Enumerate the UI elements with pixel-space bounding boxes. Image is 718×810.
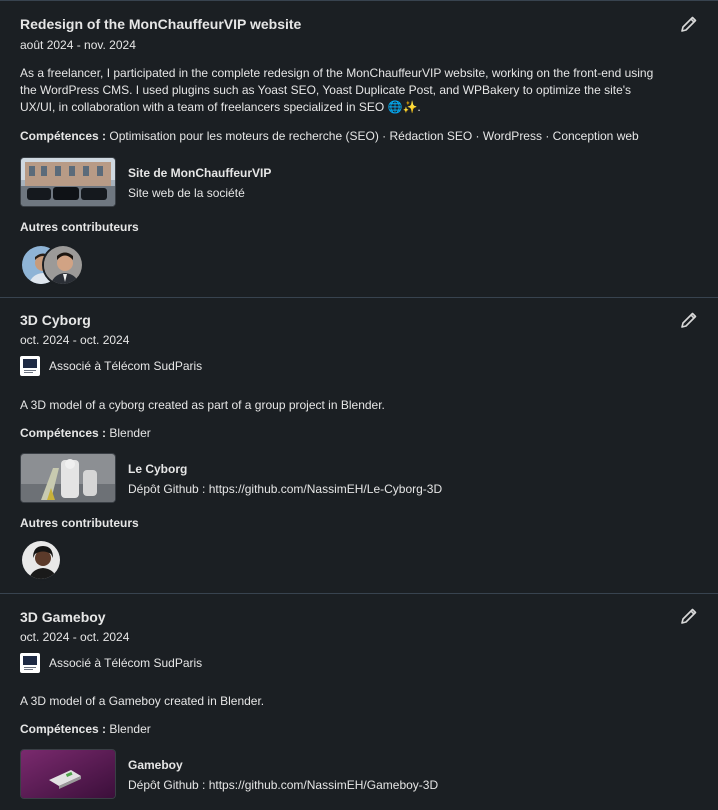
media-subtitle: Dépôt Github : https://github.com/Nassim… [128,482,443,496]
project-media-link[interactable]: Le Cyborg Dépôt Github : https://github.… [20,453,442,503]
project-description: A 3D model of a cyborg created as part o… [20,398,385,412]
edit-project-button[interactable] [678,605,700,627]
project-item: 3D Cyborg oct. 2024 - oct. 2024 Associé … [0,297,718,593]
project-media-link[interactable]: Site de MonChauffeurVIP Site web de la s… [20,157,271,207]
project-association[interactable]: Associé à Télécom SudParis [20,356,202,376]
project-association[interactable]: Associé à Télécom SudParis [20,653,202,673]
project-title: 3D Gameboy [20,609,106,625]
school-logo-icon [20,653,40,673]
media-subtitle: Site web de la société [128,186,245,200]
project-dates: oct. 2024 - oct. 2024 [20,333,130,347]
pencil-icon [681,16,697,32]
contributors-avatars [20,244,84,286]
skills-label: Compétences : [20,722,107,736]
skills-list: Blender [109,426,151,440]
contributors-label: Autres contributeurs [20,516,139,530]
project-title: Redesign of the MonChauffeurVIP website [20,16,302,32]
contributors-label: Autres contributeurs [20,220,139,234]
skills-list: Optimisation pour les moteurs de recherc… [109,129,639,143]
avatar[interactable] [20,539,62,581]
skills-label: Compétences : [20,426,107,440]
media-thumbnail [20,749,116,799]
project-dates: août 2024 - nov. 2024 [20,38,136,52]
project-media-link[interactable]: Gameboy Dépôt Github : https://github.co… [20,749,438,799]
media-thumbnail [20,453,116,503]
project-skills: Compétences : Blender [20,722,151,736]
pencil-icon [681,608,697,624]
project-description: As a freelancer, I participated in the c… [20,66,654,114]
edit-project-button[interactable] [678,13,700,35]
media-subtitle: Dépôt Github : https://github.com/Nassim… [128,778,439,792]
association-label: Associé à Télécom SudParis [49,656,203,670]
project-item: Redesign of the MonChauffeurVIP website … [0,0,718,297]
project-title: 3D Cyborg [20,312,91,328]
skills-list: Blender [109,722,151,736]
project-skills: Compétences : Optimisation pour les mote… [20,129,639,143]
association-label: Associé à Télécom SudParis [49,359,203,373]
project-dates: oct. 2024 - oct. 2024 [20,630,130,644]
media-title: Site de MonChauffeurVIP [128,166,272,180]
pencil-icon [681,312,697,328]
contributors-avatars [20,539,62,581]
media-thumbnail [20,157,116,207]
skills-label: Compétences : [20,129,107,143]
edit-project-button[interactable] [678,309,700,331]
project-description: A 3D model of a Gameboy created in Blend… [20,694,265,708]
project-skills: Compétences : Blender [20,426,151,440]
media-title: Le Cyborg [128,462,188,476]
avatar[interactable] [42,244,84,286]
school-logo-icon [20,356,40,376]
media-title: Gameboy [128,758,183,772]
project-item: 3D Gameboy oct. 2024 - oct. 2024 Associé… [0,593,718,810]
